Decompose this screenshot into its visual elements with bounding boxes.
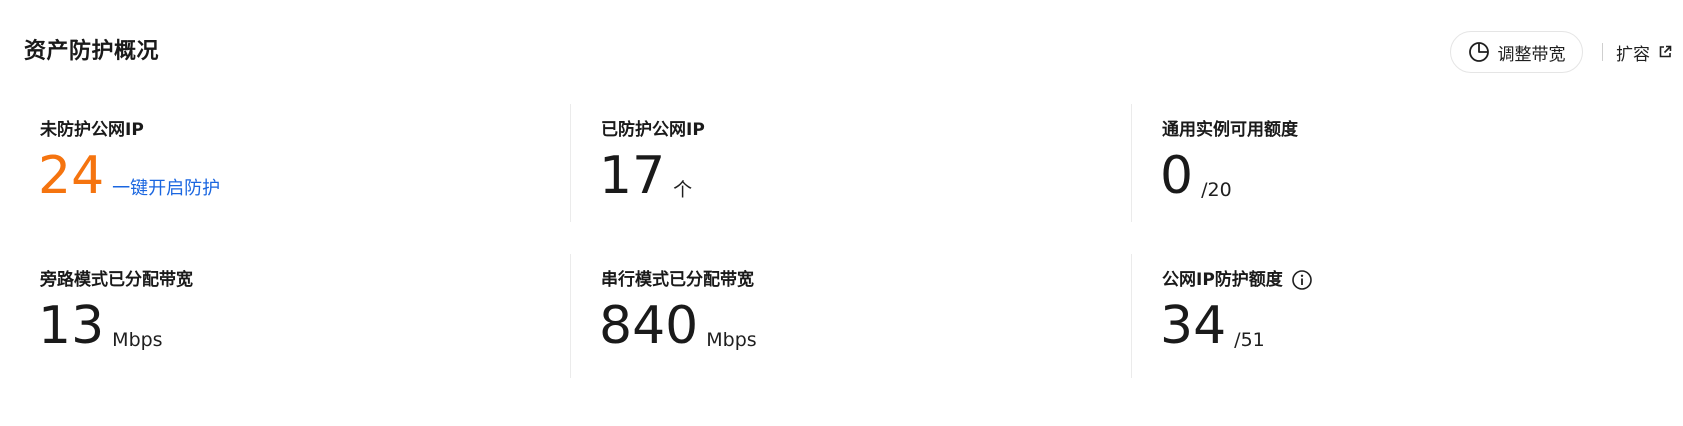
stat-value: 0 [1160,146,1194,206]
stat-value: 17 [599,146,666,206]
stat-label-text: 通用实例可用额度 [1162,120,1298,140]
enable-protection-link[interactable]: 一键开启防护 [112,177,220,201]
stat-unit: /20 [1201,179,1232,201]
stat-card-bypass-bandwidth: 旁路模式已分配带宽 13 Mbps [0,254,540,378]
stat-value-row: 34 /51 [1160,296,1265,356]
stat-label: 通用实例可用额度 [1162,118,1298,142]
stat-card-serial-bandwidth: 串行模式已分配带宽 840 Mbps [561,254,1101,378]
stat-label-text: 已防护公网IP [601,120,705,140]
stat-label-text: 未防护公网IP [40,120,144,140]
stat-value: 13 [38,296,105,356]
stat-label: 已防护公网IP [601,118,705,142]
stat-value-row: 24 一键开启防护 [38,146,220,206]
adjust-bandwidth-label: 调整带宽 [1497,44,1566,65]
stat-card-instance-quota: 通用实例可用额度 0 /20 [1122,104,1662,228]
stat-value-row: 13 Mbps [38,296,163,356]
stat-unit: 个 [673,179,693,201]
header-divider [1602,43,1603,61]
stat-label: 旁路模式已分配带宽 [40,268,193,292]
stat-label: 公网IP防护额度 [1162,268,1313,292]
stat-label-text: 公网IP防护额度 [1162,270,1283,290]
stat-value: 24 [38,146,105,206]
stat-card-ip-protection-quota: 公网IP防护额度 34 /51 [1122,254,1662,378]
stat-unit: Mbps [706,329,757,351]
info-circle-icon[interactable] [1291,269,1313,291]
page-title: 资产防护概况 [24,39,160,64]
stat-label: 串行模式已分配带宽 [601,268,754,292]
stat-unit: Mbps [112,329,163,351]
stat-label: 未防护公网IP [40,118,144,142]
stat-card-protected-ip: 已防护公网IP 17 个 [561,104,1101,228]
stat-card-unprotected-ip: 未防护公网IP 24 一键开启防护 [0,104,540,228]
expand-label: 扩容 [1616,44,1650,65]
stat-unit: /51 [1234,329,1265,351]
stat-value-row: 0 /20 [1160,146,1232,206]
stats-grid: 未防护公网IP 24 一键开启防护 已防护公网IP 17 个 通用实例可用额度 … [0,104,1683,384]
pie-chart-icon [1468,41,1490,63]
stat-value-row: 840 Mbps [599,296,757,356]
stat-value-row: 17 个 [599,146,692,206]
stat-label-text: 旁路模式已分配带宽 [40,270,193,290]
stat-value: 840 [599,296,699,356]
stat-label-text: 串行模式已分配带宽 [601,270,754,290]
external-link-icon [1658,45,1672,59]
expand-link[interactable]: 扩容 [1616,38,1672,66]
adjust-bandwidth-button[interactable]: 调整带宽 [1450,31,1583,73]
overview-header: 资产防护概况 调整带宽 扩容 [0,0,1683,100]
stat-value: 34 [1160,296,1227,356]
